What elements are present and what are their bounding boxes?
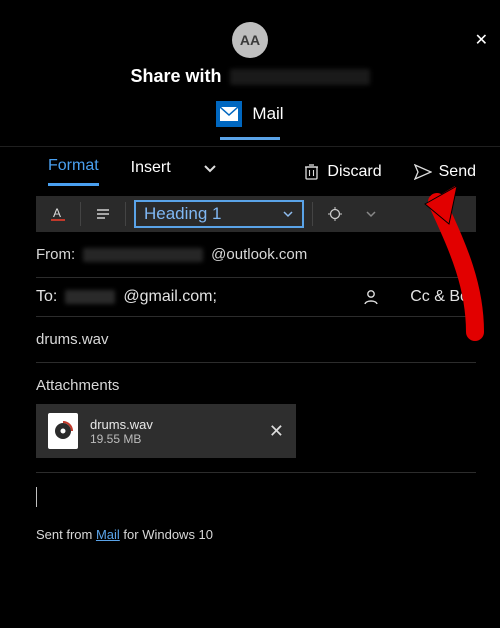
divider — [80, 202, 81, 226]
file-icon — [48, 413, 78, 449]
send-button[interactable]: Send — [414, 163, 476, 181]
redacted-from — [83, 248, 203, 262]
attachment-chip[interactable]: drums.wav 19.55 MB ✕ — [36, 404, 296, 458]
discard-label: Discard — [327, 163, 381, 181]
message-body[interactable] — [36, 473, 476, 521]
divider — [312, 202, 313, 226]
send-icon — [414, 164, 432, 180]
ribbon-tabs: Format Insert Discard Send — [0, 147, 500, 186]
chevron-down-icon[interactable] — [357, 200, 385, 228]
subject-field[interactable]: drums.wav — [36, 317, 476, 363]
redacted-to — [65, 290, 115, 304]
avatar: AA — [232, 22, 268, 58]
format-toolbar: A Heading 1 — [36, 196, 476, 232]
to-domain: @gmail.com; — [123, 288, 217, 306]
style-dropdown[interactable]: Heading 1 — [134, 200, 304, 228]
divider — [125, 202, 126, 226]
app-selector[interactable]: Mail — [0, 101, 500, 127]
text-cursor — [36, 487, 37, 507]
chevron-down-icon — [282, 208, 294, 220]
to-label: To: — [36, 288, 57, 306]
share-with-row: Share with — [0, 66, 500, 87]
redacted-recipient — [230, 69, 370, 85]
app-name-label: Mail — [252, 104, 283, 124]
discard-button[interactable]: Discard — [303, 163, 381, 181]
from-domain: @outlook.com — [211, 246, 307, 263]
trash-icon — [303, 163, 320, 180]
attachments-label: Attachments — [36, 363, 476, 404]
chevron-down-icon[interactable] — [203, 162, 217, 181]
style-options-button[interactable] — [321, 200, 349, 228]
tab-format[interactable]: Format — [48, 157, 99, 186]
to-row[interactable]: To: @gmail.com; Cc & Bcc — [36, 277, 476, 317]
footer-mail-link[interactable]: Mail — [96, 527, 120, 542]
send-label: Send — [439, 163, 476, 181]
paragraph-button[interactable] — [89, 200, 117, 228]
signature: Sent from Mail for Windows 10 — [36, 521, 476, 542]
share-with-label: Share with — [130, 66, 221, 87]
cc-bcc-button[interactable]: Cc & Bcc — [410, 288, 476, 306]
close-icon[interactable]: ✕ — [475, 30, 488, 50]
footer-prefix: Sent from — [36, 527, 96, 542]
font-color-button[interactable]: A — [44, 200, 72, 228]
from-row: From: @outlook.com — [36, 246, 476, 277]
svg-text:A: A — [53, 206, 61, 220]
attachment-name: drums.wav — [90, 417, 257, 432]
from-label: From: — [36, 246, 75, 263]
app-underline — [220, 137, 280, 140]
style-selected-label: Heading 1 — [144, 204, 222, 224]
remove-attachment-icon[interactable]: ✕ — [269, 421, 284, 442]
attachment-size: 19.55 MB — [90, 432, 257, 446]
person-icon[interactable] — [362, 288, 380, 306]
mail-icon — [216, 101, 242, 127]
footer-suffix: for Windows 10 — [120, 527, 213, 542]
tab-insert[interactable]: Insert — [131, 159, 171, 185]
